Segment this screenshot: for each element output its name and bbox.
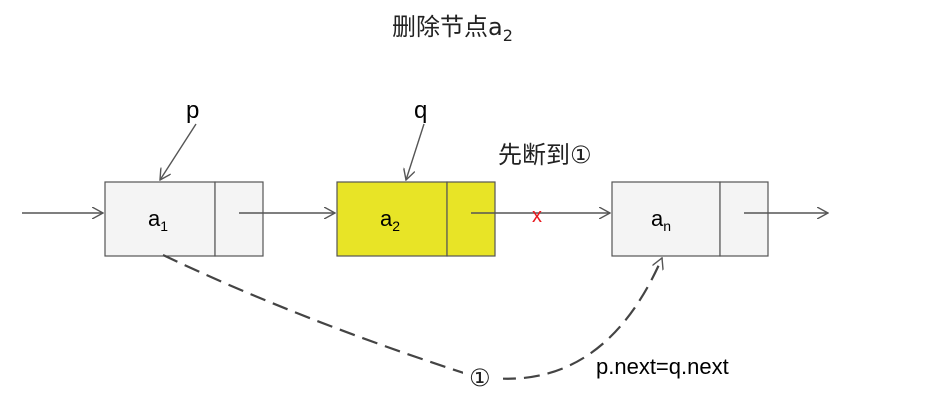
list-node-a2: a2 xyxy=(336,181,496,257)
circled-step-label: ① xyxy=(469,364,491,392)
diagram-title: 删除节点a2 xyxy=(392,13,513,45)
pointer-q-label: q xyxy=(414,97,427,124)
pointer-p-label: p xyxy=(186,97,199,124)
pointer-q-arrow xyxy=(406,123,425,180)
title-subscript: 2 xyxy=(503,26,513,45)
node-a1-next-cell xyxy=(214,181,264,257)
assignment-text: p.next=q.next xyxy=(596,354,729,379)
node-a2-next-cell xyxy=(446,181,496,257)
linked-list-delete-diagram: 删除节点a2 a1 a2 an x p q 先断到① ① p.next=q.ne… xyxy=(22,13,940,392)
list-node-a1: a1 xyxy=(104,181,264,257)
new-link-dashed-curve xyxy=(162,254,662,380)
pointer-p-arrow xyxy=(160,123,197,180)
node-an-next-cell xyxy=(719,181,769,257)
break-mark: x xyxy=(532,205,542,227)
step-note: 先断到① xyxy=(498,141,592,169)
list-node-an: an xyxy=(611,181,769,257)
title-text: 删除节点a xyxy=(392,13,503,41)
